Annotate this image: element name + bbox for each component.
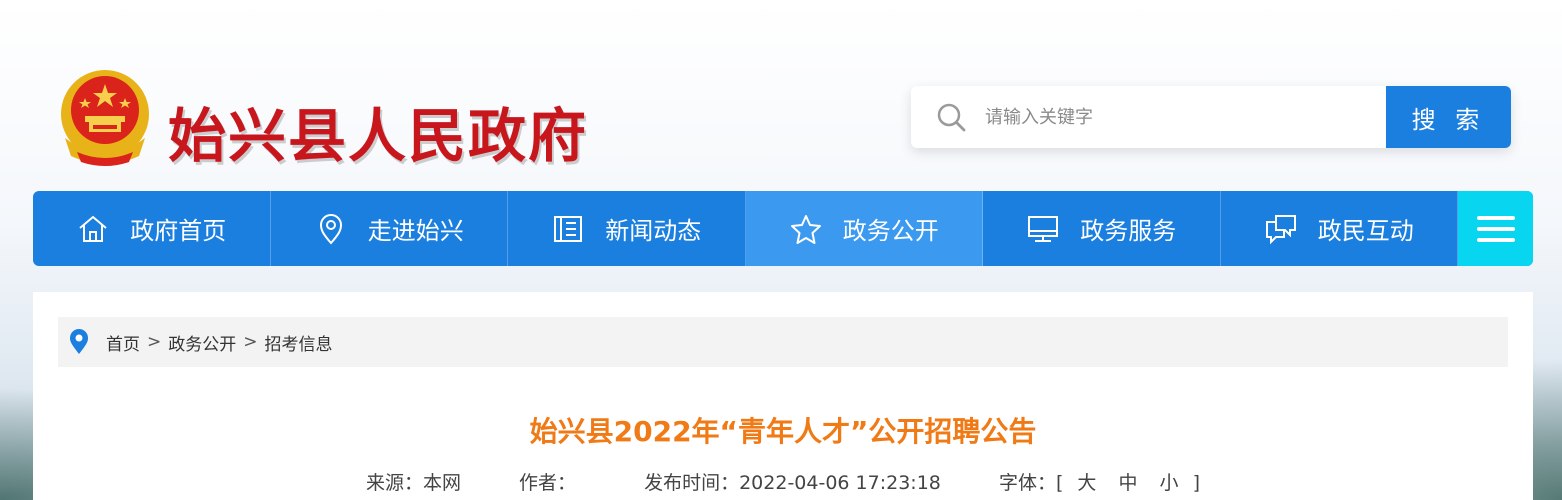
site-title: 始兴县人民政府 bbox=[168, 102, 589, 170]
article-source: 来源：本网 bbox=[365, 472, 461, 494]
nav-item-label: 政民互动 bbox=[1317, 217, 1414, 245]
font-size-close-bracket: ] bbox=[1192, 472, 1201, 494]
article-title: 始兴县2022年“青年人才”公开招聘公告 bbox=[529, 415, 1037, 448]
monitor-icon bbox=[1028, 215, 1059, 242]
nav-item-label: 新闻动态 bbox=[605, 217, 702, 245]
search-icon bbox=[937, 103, 966, 132]
nav-item-services[interactable]: 政务服务 bbox=[983, 191, 1221, 266]
breadcrumb-separator: > bbox=[243, 332, 258, 352]
search-button[interactable]: 搜 索 bbox=[1386, 86, 1511, 148]
main-nav: 政府首页 走进始兴 新闻动态 政务公开 政务服务 政民互动 bbox=[33, 191, 1533, 266]
nav-item-home[interactable]: 政府首页 bbox=[33, 191, 271, 266]
article-meta: 来源：本网 作者： 发布时间：2022-04-06 17:23:18 字体：[ … bbox=[33, 468, 1533, 495]
nav-item-label: 政务公开 bbox=[842, 217, 939, 245]
article-publish-time: 发布时间：2022-04-06 17:23:18 bbox=[644, 472, 941, 494]
nav-item-news[interactable]: 新闻动态 bbox=[508, 191, 746, 266]
article-author: 作者： bbox=[519, 472, 577, 494]
nav-item-label: 走进始兴 bbox=[367, 217, 464, 245]
font-size-medium-button[interactable]: 中 bbox=[1118, 472, 1137, 494]
news-icon bbox=[554, 215, 583, 242]
article-content: 首页 > 政务公开 > 招考信息 始兴县2022年“青年人才”公开招聘公告 来源… bbox=[33, 292, 1533, 500]
breadcrumb: 首页 > 政务公开 > 招考信息 bbox=[58, 317, 1508, 367]
nav-item-interaction[interactable]: 政民互动 bbox=[1221, 191, 1458, 266]
hamburger-menu-icon[interactable] bbox=[1458, 191, 1533, 266]
search-bar: 搜 索 bbox=[911, 86, 1511, 148]
font-size-large-button[interactable]: 大 bbox=[1077, 472, 1096, 494]
breadcrumb-separator: > bbox=[147, 332, 162, 352]
breadcrumb-link-recruitment[interactable]: 招考信息 bbox=[265, 330, 333, 355]
breadcrumb-link-gov-affairs[interactable]: 政务公开 bbox=[168, 330, 236, 355]
breadcrumb-link-home[interactable]: 首页 bbox=[106, 330, 140, 355]
font-size-label: 字体：[ bbox=[998, 472, 1064, 494]
search-input[interactable] bbox=[985, 86, 1386, 148]
national-emblem-icon bbox=[61, 70, 149, 166]
nav-item-label: 政府首页 bbox=[130, 217, 227, 245]
location-pin-icon bbox=[70, 329, 88, 354]
nav-item-gov-affairs[interactable]: 政务公开 bbox=[745, 191, 983, 266]
location-pin-icon bbox=[319, 213, 342, 245]
nav-item-about[interactable]: 走进始兴 bbox=[271, 191, 508, 266]
home-icon bbox=[79, 215, 107, 242]
font-size-small-button[interactable]: 小 bbox=[1160, 472, 1179, 494]
star-icon bbox=[790, 214, 821, 244]
chat-icon bbox=[1265, 214, 1296, 244]
nav-item-label: 政务服务 bbox=[1080, 217, 1177, 245]
site-header: 始兴县人民政府 搜 索 bbox=[0, 0, 1562, 190]
